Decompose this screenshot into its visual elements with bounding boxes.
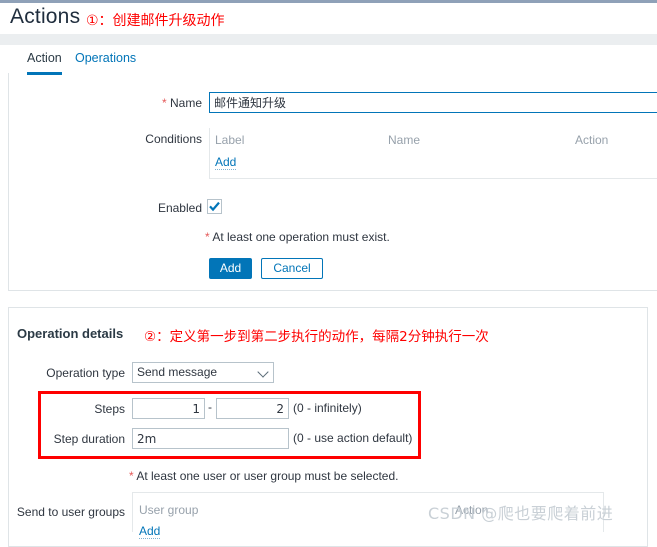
tab-bar: Action Operations xyxy=(8,45,657,75)
annotation-callout-2: ②：定义第一步到第二步执行的动作，每隔2分钟执行一次 xyxy=(144,329,489,345)
name-required-mark: * xyxy=(161,96,167,110)
annotation-callout-1: ①：创建邮件升级动作 xyxy=(86,13,225,29)
user-groups-column-group: User group xyxy=(139,503,199,517)
operation-note-mark: * xyxy=(205,230,210,244)
check-icon xyxy=(209,201,220,212)
operation-type-value: Send message xyxy=(137,365,218,379)
user-groups-table xyxy=(132,492,604,532)
steps-separator: - xyxy=(208,400,212,414)
user-groups-column-action: Action xyxy=(455,503,489,517)
user-note-text: At least one user or user group must be … xyxy=(136,469,399,483)
name-label-text: Name xyxy=(169,96,202,110)
tab-action[interactable]: Action xyxy=(27,50,62,75)
send-to-user-groups-label: Send to user groups xyxy=(16,505,125,519)
conditions-label: Conditions xyxy=(145,132,202,146)
chevron-down-icon xyxy=(257,366,269,378)
conditions-add-link[interactable]: Add xyxy=(215,156,237,170)
operation-type-select[interactable]: Send message xyxy=(132,362,274,383)
step-duration-label: Step duration xyxy=(53,432,125,446)
enabled-checkbox[interactable] xyxy=(207,199,222,214)
conditions-column-name: Name xyxy=(388,133,421,147)
steps-label: Steps xyxy=(94,402,125,416)
page-header: Actions ①：创建邮件升级动作 xyxy=(0,3,657,34)
operation-required-note: * At least one operation must exist. xyxy=(205,230,390,244)
steps-hint: (0 - infinitely) xyxy=(293,401,362,415)
tab-operations[interactable]: Operations xyxy=(75,50,136,72)
conditions-column-label: Label xyxy=(215,133,245,147)
page-title: Actions xyxy=(10,5,81,28)
user-note-mark: * xyxy=(129,469,134,483)
user-required-note: * At least one user or user group must b… xyxy=(129,469,399,483)
step-duration-input[interactable] xyxy=(132,428,289,449)
operation-details-title: Operation details xyxy=(17,326,124,341)
conditions-column-action: Action xyxy=(575,133,609,147)
step-duration-hint: (0 - use action default) xyxy=(293,431,413,445)
user-groups-add-link[interactable]: Add xyxy=(139,525,161,539)
steps-from-input[interactable] xyxy=(132,398,205,419)
steps-to-input[interactable] xyxy=(216,398,289,419)
enabled-label: Enabled xyxy=(157,201,202,215)
cancel-button[interactable]: Cancel xyxy=(261,258,323,279)
operation-type-label: Operation type xyxy=(46,366,125,380)
operation-note-text: At least one operation must exist. xyxy=(212,230,390,244)
add-button[interactable]: Add xyxy=(209,258,252,279)
name-input[interactable] xyxy=(209,92,657,113)
name-label: * Name xyxy=(110,96,202,110)
header-band xyxy=(0,34,657,45)
